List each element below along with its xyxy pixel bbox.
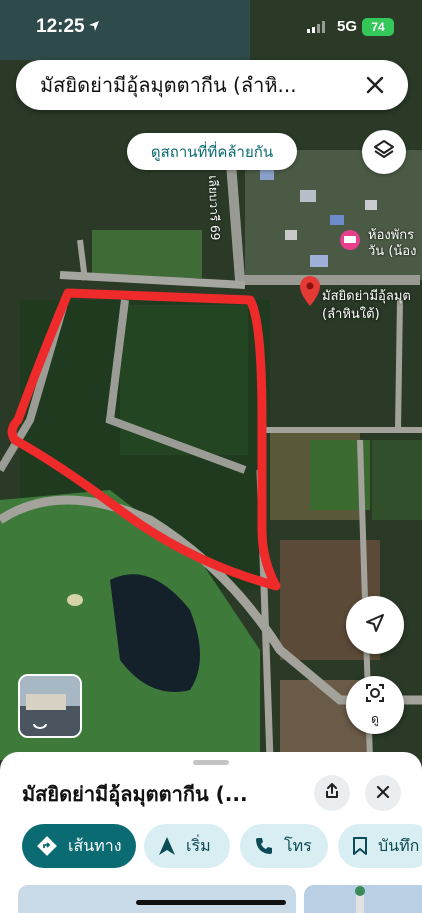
directions-button[interactable]: เส้นทาง: [22, 824, 136, 868]
location-arrow-icon: [88, 19, 100, 37]
place-sheet[interactable]: มัสยิดย่ามีอุ้ลมุตตากีน (... เส้นทาง เริ…: [0, 752, 422, 913]
start-button[interactable]: เริ่ม: [144, 824, 230, 868]
sheet-drag-handle[interactable]: [193, 760, 229, 765]
save-button[interactable]: บันทึก: [338, 824, 422, 868]
road-label: เลียบวารี 69: [206, 175, 223, 241]
lens-icon: [364, 682, 386, 708]
search-query[interactable]: มัสยิดย่ามีอุ้ลมุตตากีน (ลำหิ...: [40, 69, 360, 101]
directions-icon: [36, 835, 58, 857]
start-label: เริ่ม: [186, 835, 211, 855]
clock: 12:25: [36, 16, 85, 37]
layers-icon: [372, 138, 396, 166]
photo-thumbnail[interactable]: [304, 885, 422, 913]
save-label: บันทึก: [378, 835, 420, 855]
action-row: เส้นทาง เริ่ม โทร บันทึก: [0, 824, 422, 870]
phone-icon: [254, 836, 274, 856]
similar-places-button[interactable]: ดูสถานที่ที่คล้ายกัน: [127, 133, 297, 170]
lens-view-button[interactable]: ดู: [346, 676, 404, 734]
place-title: มัสยิดย่ามีอุ้ลมุตตากีน (...: [22, 782, 248, 806]
my-location-button[interactable]: [346, 596, 404, 654]
signal-icon: [307, 20, 327, 38]
call-label: โทร: [284, 835, 312, 855]
battery-icon: 74: [362, 18, 394, 36]
close-sheet-button[interactable]: [365, 775, 401, 811]
close-icon: [376, 784, 390, 803]
photo-thumbnail[interactable]: [18, 885, 296, 913]
hotel-label: ห้องพักร วัน (น้อง: [368, 228, 417, 259]
navigation-arrow-icon: [364, 612, 386, 638]
home-indicator: [136, 900, 286, 905]
search-bar[interactable]: มัสยิดย่ามีอุ้ลมุตตากีน (ลำหิ...: [16, 60, 408, 110]
share-icon: [323, 782, 341, 804]
network-type: 5G: [337, 18, 358, 35]
lens-view-label: ดู: [371, 711, 379, 726]
status-bar: 12:25 5G 74: [0, 14, 422, 42]
close-icon[interactable]: [360, 70, 390, 100]
mosque-label[interactable]: มัสยิดย่ามีอุ้ลมุต (ลำหินใต้): [322, 288, 411, 324]
directions-label: เส้นทาง: [68, 835, 122, 855]
share-button[interactable]: [314, 775, 350, 811]
street-view-thumbnail[interactable]: [18, 674, 82, 738]
layers-button[interactable]: [362, 130, 406, 174]
photo-strip[interactable]: [0, 885, 422, 913]
call-button[interactable]: โทร: [240, 824, 328, 868]
navigation-arrow-icon: [158, 836, 176, 856]
bookmark-icon: [352, 836, 368, 856]
